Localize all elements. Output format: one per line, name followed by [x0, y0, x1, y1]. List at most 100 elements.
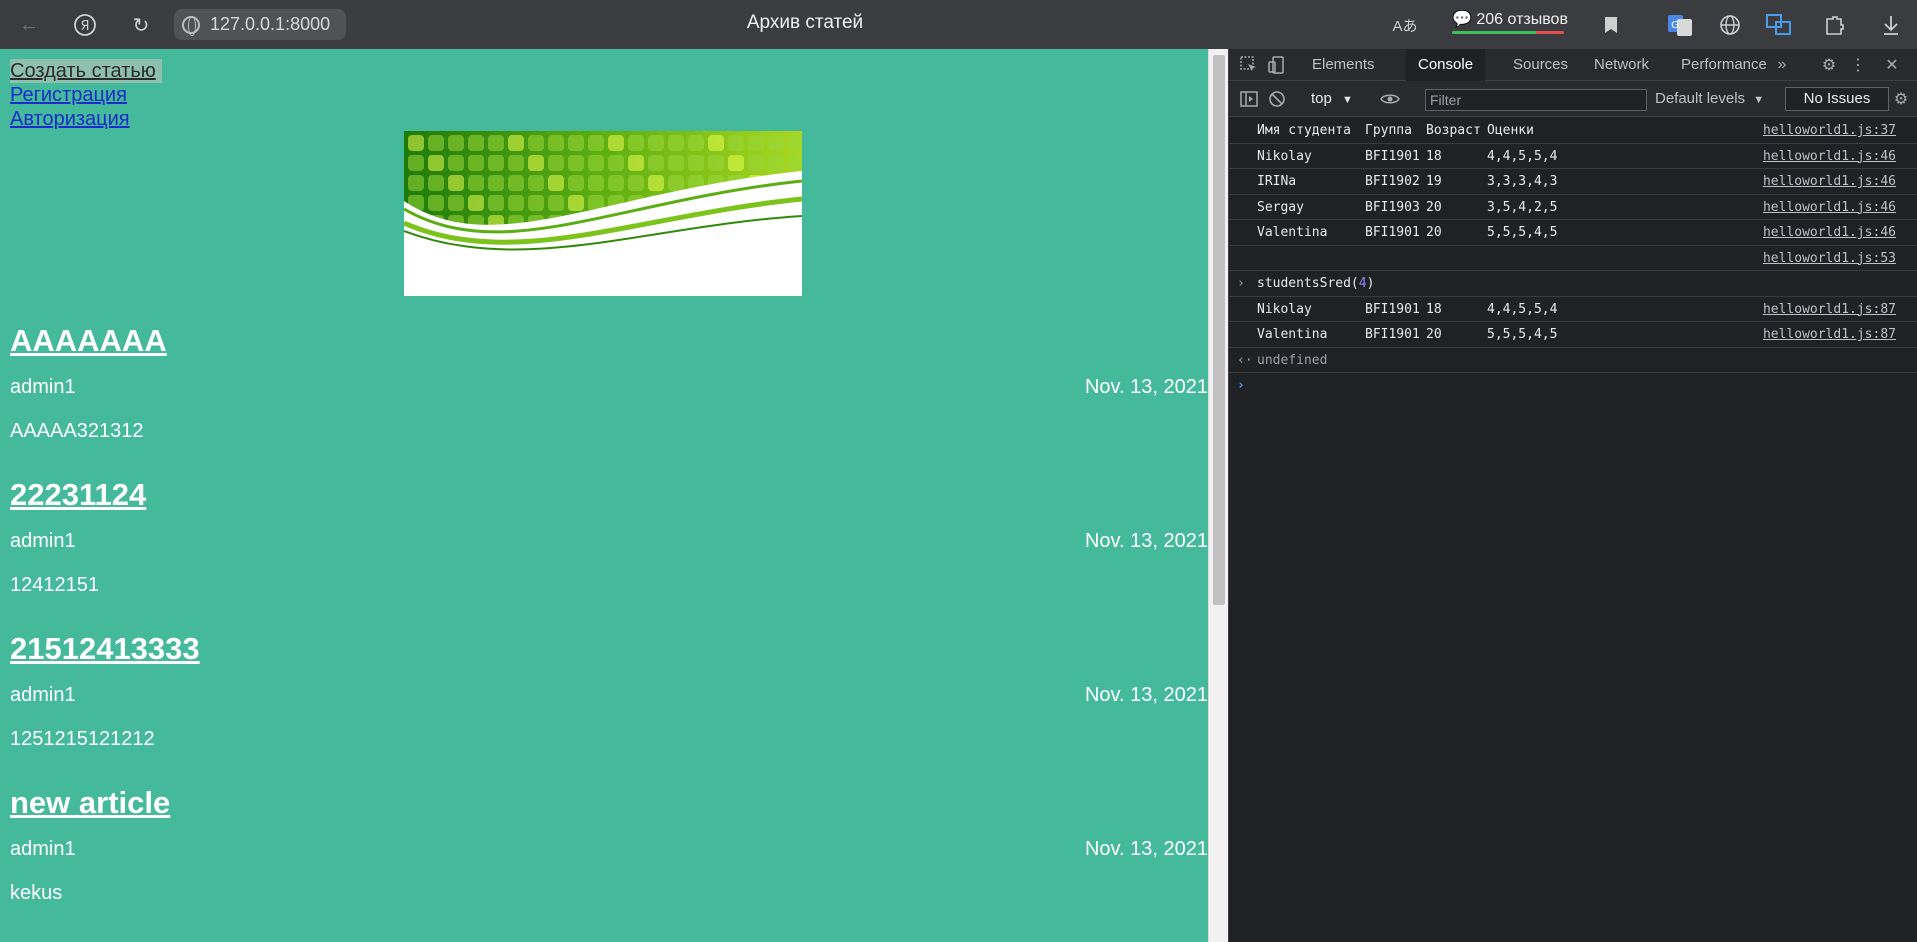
live-expression-eye-icon[interactable] [1380, 89, 1400, 109]
article-list: AAAAAAA admin1 Nov. 13, 2021 AAAAA321312… [10, 321, 1208, 937]
student-name: Sergay [1257, 199, 1304, 215]
nav-register-link[interactable]: Регистрация [10, 83, 162, 107]
article-date: Nov. 13, 2021 [1084, 684, 1208, 706]
student-group: BFI1903 [1365, 199, 1420, 215]
header-age: Возраст [1426, 123, 1481, 138]
source-link[interactable]: helloworld1.js:46 [1763, 144, 1896, 169]
address-url: 127.0.0.1:8000 [210, 14, 331, 34]
article-item: new article admin1 Nov. 13, 2021 kekus [10, 783, 1208, 937]
console-filter-input[interactable]: Filter [1425, 89, 1647, 111]
context-selector[interactable]: top ▼ [1311, 90, 1353, 107]
student-grades: 5,5,5,4,5 [1487, 225, 1558, 240]
header-banner-image [404, 131, 802, 296]
chevron-right-icon: › [1237, 276, 1245, 291]
source-link[interactable]: helloworld1.js:37 [1763, 118, 1896, 143]
return-value: undefined [1257, 352, 1328, 368]
article-title-link[interactable]: 22231124 [10, 475, 1208, 529]
student-name: Nikolay [1257, 148, 1312, 164]
more-tabs-icon[interactable]: » [1772, 55, 1792, 75]
tab-elements[interactable]: Elements [1300, 49, 1387, 81]
browser-toolbar: ← Я ↻ 127.0.0.1:8000 Архив статей Aあ 💬 2… [0, 0, 1917, 49]
student-group: BFI1901 [1365, 148, 1420, 164]
console-return-row: ‹· undefined [1229, 348, 1917, 373]
reviews-bubble-icon: 💬 [1452, 11, 1472, 28]
clear-console-icon[interactable] [1267, 89, 1287, 109]
log-levels-dropdown[interactable]: Default levels ▼ [1655, 90, 1764, 107]
console-command-row: › studentsSred(4) [1229, 271, 1917, 297]
back-arrow-icon[interactable]: ← [14, 10, 44, 40]
source-link[interactable]: helloworld1.js:87 [1763, 322, 1896, 347]
address-bar[interactable]: 127.0.0.1:8000 [174, 9, 346, 40]
console-prompt-icon: › [1237, 378, 1245, 393]
header-group: Группа [1365, 123, 1412, 138]
article-body: AAAAA321312 [10, 420, 144, 442]
chevron-down-icon: ▼ [1342, 94, 1353, 106]
console-input-row[interactable]: › [1229, 373, 1917, 399]
device-toolbar-icon[interactable] [1267, 55, 1287, 75]
svg-text:Я: Я [80, 19, 89, 34]
context-value: top [1311, 90, 1332, 107]
tab-network[interactable]: Network [1582, 49, 1661, 81]
console-toolbar: top ▼ Filter Default levels ▼ No Issues … [1229, 81, 1917, 117]
console-log-row: IRINa BFI1902 19 3,3,3,4,3 helloworld1.j… [1229, 169, 1917, 195]
bookmark-icon[interactable] [1598, 12, 1624, 38]
google-translate-icon[interactable]: G [1667, 12, 1693, 38]
article-item: AAAAAAA admin1 Nov. 13, 2021 AAAAA321312 [10, 321, 1208, 475]
issues-button[interactable]: No Issues [1785, 87, 1889, 111]
return-arrow-icon: ‹· [1237, 352, 1253, 368]
nav-login-link[interactable]: Авторизация [10, 107, 162, 131]
close-devtools-icon[interactable]: ✕ [1882, 55, 1902, 75]
site-info-icon[interactable] [182, 15, 200, 36]
source-link[interactable]: helloworld1.js:46 [1763, 195, 1896, 220]
article-date: Nov. 13, 2021 [1084, 838, 1208, 860]
inspect-element-icon[interactable] [1239, 55, 1259, 75]
student-name: Valentina [1257, 327, 1328, 342]
screen-share-icon[interactable] [1766, 12, 1792, 38]
reviews-rating-bar [1452, 31, 1564, 34]
article-title-link[interactable]: AAAAAAA [10, 321, 1208, 375]
source-link[interactable]: helloworld1.js:46 [1763, 220, 1896, 245]
student-group: BFI1901 [1365, 327, 1420, 342]
console-output: Имя студента Группа Возраст Оценки hello… [1229, 118, 1917, 399]
console-settings-gear-icon[interactable]: ⚙ [1891, 89, 1911, 109]
settings-gear-icon[interactable]: ⚙ [1819, 55, 1839, 75]
download-icon[interactable] [1878, 12, 1904, 38]
student-grades: 3,5,4,2,5 [1487, 199, 1558, 215]
devtools-panel: Elements Console Sources Network Perform… [1228, 49, 1917, 942]
student-age: 18 [1426, 301, 1442, 317]
console-table-header: Имя студента Группа Возраст Оценки hello… [1229, 118, 1917, 144]
translate-icon[interactable]: Aあ [1392, 12, 1418, 38]
source-link[interactable]: helloworld1.js:53 [1763, 246, 1896, 271]
sidebar-toggle-icon[interactable] [1239, 89, 1259, 109]
article-title-link[interactable]: new article [10, 783, 1208, 837]
page-scrollbar[interactable] [1208, 49, 1228, 942]
student-age: 20 [1426, 225, 1442, 240]
more-options-icon[interactable]: ⋮ [1848, 55, 1868, 75]
tab-performance[interactable]: Performance [1669, 49, 1779, 81]
reload-icon[interactable]: ↻ [126, 10, 156, 40]
source-link[interactable]: helloworld1.js:46 [1763, 169, 1896, 194]
article-body: kekus [10, 882, 63, 904]
tab-console[interactable]: Console [1406, 49, 1486, 81]
site-nav: Создать статью Регистрация Авторизация [10, 59, 162, 131]
student-grades: 3,3,3,4,3 [1487, 174, 1558, 189]
student-name: Nikolay [1257, 301, 1312, 317]
article-title-link[interactable]: 21512413333 [10, 629, 1208, 683]
console-log-row: Nikolay BFI1901 18 4,4,5,5,4 helloworld1… [1229, 297, 1917, 322]
reviews-badge[interactable]: 💬 206 отзывов [1452, 9, 1568, 39]
tab-sources[interactable]: Sources [1501, 49, 1580, 81]
yandex-logo-icon[interactable]: Я [70, 10, 100, 40]
source-link[interactable]: helloworld1.js:87 [1763, 297, 1896, 322]
page-title: Архив статей [746, 12, 864, 33]
scrollbar-thumb[interactable] [1213, 55, 1225, 605]
extensions-icon[interactable] [1822, 12, 1848, 38]
header-grades: Оценки [1487, 123, 1534, 138]
student-grades: 4,4,5,5,4 [1487, 301, 1558, 317]
command-text[interactable]: studentsSred(4) [1257, 271, 1374, 296]
console-log-row: Valentina BFI1901 20 5,5,5,4,5 helloworl… [1229, 220, 1917, 246]
article-date: Nov. 13, 2021 [1084, 376, 1208, 398]
web-globe-icon[interactable] [1717, 12, 1743, 38]
article-date: Nov. 13, 2021 [1084, 530, 1208, 552]
nav-create-article-link[interactable]: Создать статью [10, 59, 162, 83]
student-name: Valentina [1257, 225, 1328, 240]
